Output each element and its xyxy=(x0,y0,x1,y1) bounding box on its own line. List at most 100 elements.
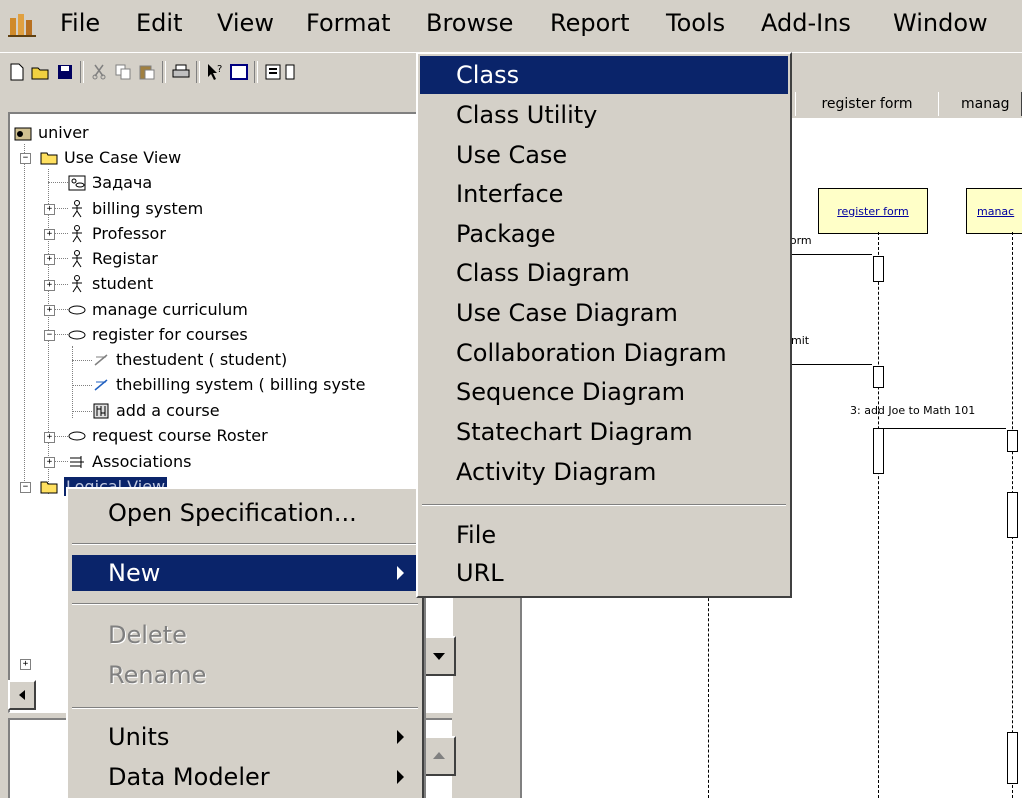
expand-toggle[interactable]: + xyxy=(44,305,55,316)
diagram-tabs: register form manag xyxy=(795,90,1022,118)
open-folder-icon[interactable] xyxy=(30,61,52,83)
folder-icon xyxy=(40,478,58,496)
tree-label: Задача xyxy=(92,173,153,192)
collapse-toggle[interactable]: − xyxy=(44,330,55,341)
menu-add-ins[interactable]: Add-Ins xyxy=(761,9,851,37)
submenu-arrow-icon xyxy=(397,770,404,784)
tree-root[interactable]: univer xyxy=(14,120,89,145)
expand-toggle[interactable]: + xyxy=(44,229,55,240)
app-logo-icon xyxy=(8,14,36,37)
tree-item-registar[interactable]: Registar xyxy=(68,246,158,271)
activation-bar xyxy=(1007,732,1018,784)
submenu-item-use-case-diagram[interactable]: Use Case Diagram xyxy=(420,294,788,332)
expand-toggle[interactable]: + xyxy=(44,457,55,468)
collapse-toggle[interactable]: − xyxy=(20,153,31,164)
submenu-arrow-icon xyxy=(397,566,404,580)
submenu-item-use-case[interactable]: Use Case xyxy=(420,136,788,174)
paste-icon[interactable] xyxy=(136,61,158,83)
tree-item-thebilling-system[interactable]: thebilling system ( billing syste xyxy=(92,372,365,397)
menu-file[interactable]: File xyxy=(60,9,100,37)
tree-label: Professor xyxy=(92,224,166,243)
cut-icon[interactable] xyxy=(88,61,110,83)
submenu-item-collaboration-diagram[interactable]: Collaboration Diagram xyxy=(420,334,788,372)
submenu-item-statechart-diagram[interactable]: Statechart Diagram xyxy=(420,413,788,451)
log-icon[interactable] xyxy=(284,61,296,83)
tab-manage[interactable]: manag xyxy=(938,92,1022,116)
menu-edit[interactable]: Edit xyxy=(136,9,182,37)
tree-label: request course Roster xyxy=(92,426,268,445)
expand-toggle[interactable]: + xyxy=(44,432,55,443)
menu-item-label: Data Modeler xyxy=(108,763,270,791)
object-register-form[interactable]: register form xyxy=(818,188,928,234)
context-menu: Open Specification... New Delete Rename … xyxy=(66,487,424,798)
view-browser-icon[interactable] xyxy=(228,61,250,83)
expand-toggle[interactable]: + xyxy=(44,280,55,291)
usecase-icon xyxy=(68,326,86,344)
tree-item-associations[interactable]: Associations xyxy=(68,449,191,474)
submenu-item-class-diagram[interactable]: Class Diagram xyxy=(420,254,788,292)
message-arrow xyxy=(792,364,872,365)
menu-item-data-modeler[interactable]: Data Modeler xyxy=(72,759,418,795)
menu-format[interactable]: Format xyxy=(306,9,391,37)
tree-item-billing-system[interactable]: billing system xyxy=(68,196,203,221)
menu-view[interactable]: View xyxy=(217,9,274,37)
tree-item-student[interactable]: student xyxy=(68,271,153,296)
menubar: File Edit View Format Browse Report Tool… xyxy=(0,0,1022,50)
new-file-icon[interactable] xyxy=(6,61,28,83)
submenu-item-sequence-diagram[interactable]: Sequence Diagram xyxy=(420,373,788,411)
tree-item-request-course-roster[interactable]: request course Roster xyxy=(68,423,268,448)
menu-item-open-specification[interactable]: Open Specification... xyxy=(72,495,418,531)
tab-register-form[interactable]: register form xyxy=(795,92,939,116)
activation-bar xyxy=(1007,430,1018,452)
submenu-item-file[interactable]: File xyxy=(420,516,788,554)
expand-toggle[interactable]: + xyxy=(44,204,55,215)
context-help-icon[interactable]: ? xyxy=(204,61,226,83)
tree-item-register-for-courses[interactable]: register for courses xyxy=(68,322,248,347)
tree-label: Registar xyxy=(92,249,158,268)
rational-rose-window: File Edit View Format Browse Report Tool… xyxy=(0,0,1022,798)
menu-item-rename[interactable]: Rename xyxy=(72,657,418,693)
menu-tools[interactable]: Tools xyxy=(666,9,725,37)
submenu-item-activity-diagram[interactable]: Activity Diagram xyxy=(420,453,788,491)
tree-label: thebilling system ( billing syste xyxy=(116,375,366,394)
tree-item-thestudent[interactable]: thestudent ( student) xyxy=(92,347,287,372)
submenu-item-class-utility[interactable]: Class Utility xyxy=(420,96,788,134)
activation-bar xyxy=(873,256,884,282)
save-icon[interactable] xyxy=(54,61,76,83)
tree-item-use-case-view[interactable]: Use Case View xyxy=(40,145,181,170)
submenu-item-url[interactable]: URL xyxy=(420,554,788,592)
menu-item-delete[interactable]: Delete xyxy=(72,617,418,653)
message-label: 3: add Joe to Math 101 xyxy=(850,404,976,417)
activation-bar xyxy=(1007,492,1018,538)
menu-browse[interactable]: Browse xyxy=(426,9,514,37)
tree-item-zadacha[interactable]: Задача xyxy=(68,170,152,195)
diagram-icon xyxy=(68,174,86,192)
submenu-item-package[interactable]: Package xyxy=(420,215,788,253)
expand-toggle[interactable]: + xyxy=(20,659,31,670)
scroll-up-button[interactable] xyxy=(422,736,456,776)
tree-item-professor[interactable]: Professor xyxy=(68,221,166,246)
dropdown-button[interactable] xyxy=(422,636,456,676)
tree-label: Use Case View xyxy=(64,148,182,167)
collapse-toggle[interactable]: − xyxy=(20,482,31,493)
print-icon[interactable] xyxy=(170,61,192,83)
expand-toggle[interactable]: + xyxy=(44,254,55,265)
tree-item-add-a-course[interactable]: add a course xyxy=(92,398,220,423)
associations-icon xyxy=(68,453,86,471)
object-manage[interactable]: manac xyxy=(966,188,1022,234)
association-icon xyxy=(92,376,110,394)
menu-item-units[interactable]: Units xyxy=(72,719,418,755)
copy-icon[interactable] xyxy=(112,61,134,83)
folder-icon xyxy=(40,149,58,167)
submenu-item-class[interactable]: Class xyxy=(420,56,788,94)
lifeline xyxy=(708,588,709,798)
menu-item-new[interactable]: New xyxy=(72,555,418,591)
submenu-item-interface[interactable]: Interface xyxy=(420,175,788,213)
menu-report[interactable]: Report xyxy=(550,9,630,37)
tree-item-manage-curriculum[interactable]: manage curriculum xyxy=(68,297,248,322)
scroll-left-button[interactable] xyxy=(8,680,36,710)
menu-window[interactable]: Window xyxy=(893,9,988,37)
lifeline xyxy=(878,232,879,798)
tree-label: register for courses xyxy=(92,325,248,344)
documentation-icon[interactable] xyxy=(262,61,284,83)
